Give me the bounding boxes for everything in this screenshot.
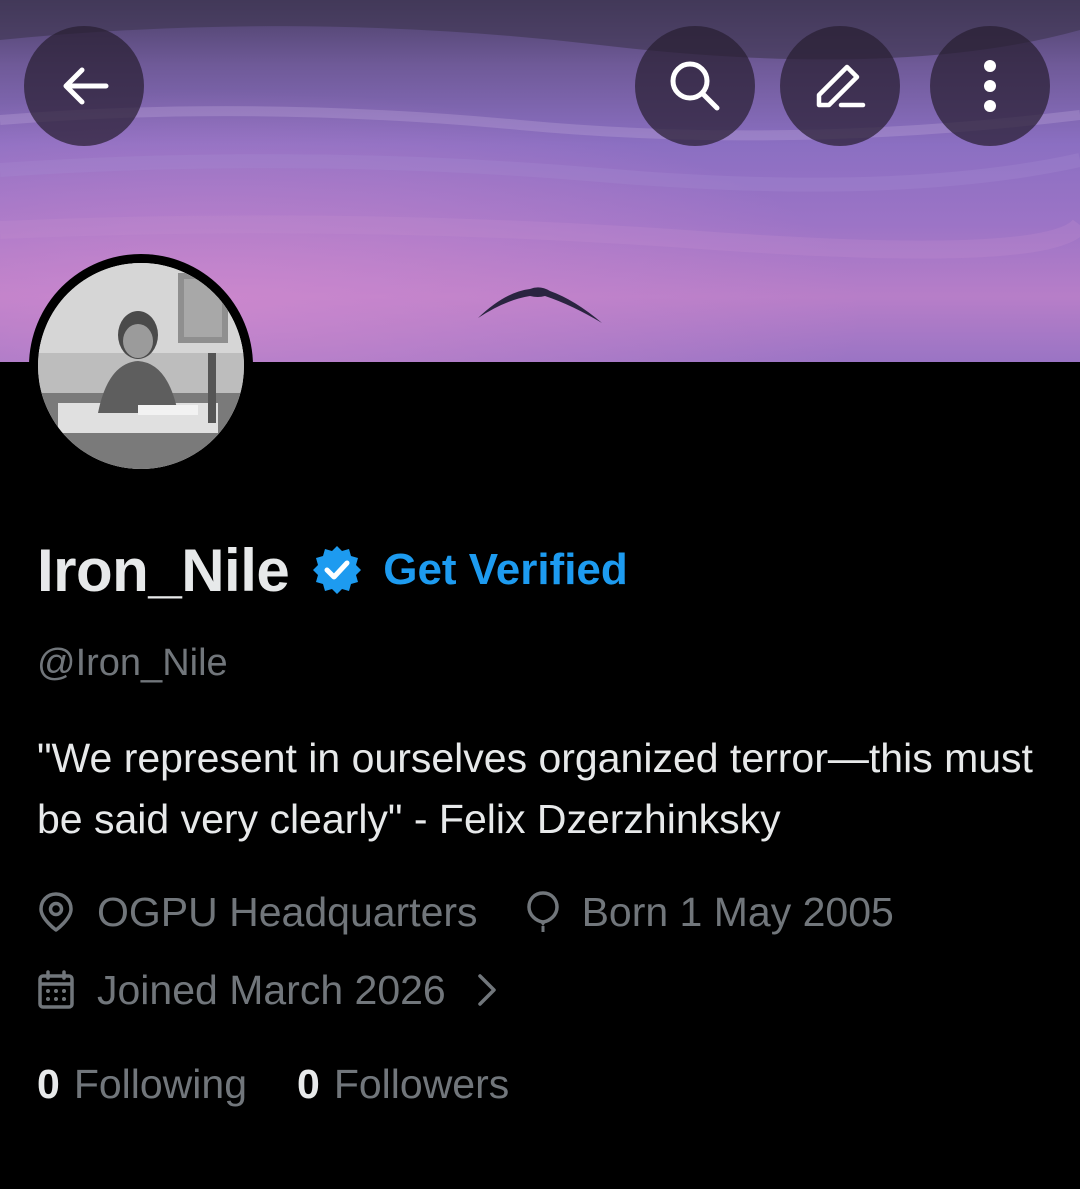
- chevron-right-icon[interactable]: [476, 972, 498, 1008]
- profile-bio: "We represent in ourselves organized ter…: [37, 735, 1033, 842]
- display-name: Iron_Nile: [37, 536, 290, 604]
- arrow-left-icon: [63, 67, 109, 105]
- search-icon: [670, 61, 720, 111]
- more-options-button[interactable]: [930, 26, 1050, 146]
- joined-text: Joined March 2026: [97, 966, 446, 1013]
- joined-item: Joined March 2026: [37, 967, 446, 1014]
- avatar[interactable]: [29, 254, 253, 478]
- followers-label: Followers: [333, 1060, 510, 1107]
- followers-count: 0: [297, 1060, 320, 1107]
- profile-name-row: Iron_Nile Get Verified: [37, 532, 628, 608]
- balloon-icon: [526, 891, 559, 932]
- location-pin-icon: [39, 892, 73, 932]
- pencil-icon: [816, 64, 866, 108]
- following-link[interactable]: 0 Following: [37, 1061, 247, 1108]
- back-button[interactable]: [24, 26, 144, 146]
- verified-badge-icon[interactable]: [311, 544, 363, 596]
- following-count: 0: [37, 1060, 60, 1107]
- joined-row[interactable]: Joined March 2026: [37, 962, 498, 1018]
- search-button[interactable]: [635, 26, 755, 146]
- location-text: OGPU Headquarters: [97, 888, 478, 935]
- user-handle: @Iron_Nile: [37, 642, 228, 684]
- get-verified-link[interactable]: Get Verified: [383, 545, 628, 595]
- profile-meta-row: OGPU Headquarters Born 1 May 2005: [37, 884, 894, 940]
- birthday-item: Born 1 May 2005: [526, 889, 894, 936]
- follow-stats: 0 Following 0 Followers: [37, 1056, 509, 1112]
- edit-button[interactable]: [780, 26, 900, 146]
- avatar-image: [38, 263, 244, 469]
- more-vertical-icon: [984, 60, 996, 112]
- calendar-icon: [38, 970, 74, 1009]
- birthday-text: Born 1 May 2005: [581, 888, 894, 935]
- following-label: Following: [73, 1060, 248, 1107]
- followers-link[interactable]: 0 Followers: [297, 1061, 509, 1108]
- location-item: OGPU Headquarters: [37, 889, 478, 936]
